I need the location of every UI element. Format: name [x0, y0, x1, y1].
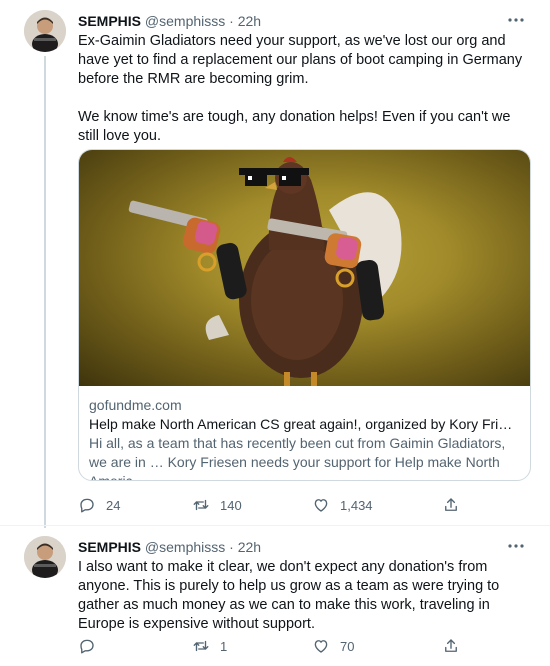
retweet-icon: [193, 499, 209, 511]
share-button[interactable]: [442, 495, 460, 515]
tweet-header: SEMPHIS @semphisss · 22h: [78, 538, 526, 556]
more-dots-icon[interactable]: [506, 10, 526, 30]
heart-icon: [314, 640, 328, 653]
more-dots-icon[interactable]: [506, 536, 526, 556]
retweet-icon: [193, 640, 209, 652]
avatar[interactable]: [24, 536, 66, 578]
like-count: 70: [340, 638, 355, 654]
card-info: gofundme.com Help make North American CS…: [89, 396, 520, 481]
like-button[interactable]: 70: [312, 636, 354, 656]
author-handle[interactable]: @semphisss: [145, 13, 225, 29]
card-title: Help make North American CS great again!…: [89, 416, 520, 432]
timestamp[interactable]: 22h: [238, 539, 261, 555]
card-description: Hi all, as a team that has recently been…: [89, 435, 506, 481]
link-card[interactable]: gofundme.com Help make North American CS…: [78, 149, 531, 481]
avatar[interactable]: [24, 10, 66, 52]
retweet-button[interactable]: 1: [192, 636, 227, 656]
separator: ·: [229, 13, 234, 29]
tweet-text: I also want to make it clear, we don't e…: [78, 559, 504, 632]
like-count: 1,434: [340, 497, 373, 513]
share-button[interactable]: [442, 636, 460, 656]
tweet[interactable]: SEMPHIS @semphisss · 22h I also want to …: [0, 526, 550, 666]
reply-count: 24: [106, 497, 121, 513]
card-domain: gofundme.com: [89, 397, 182, 413]
tweet-actions: 1 70: [78, 636, 526, 656]
reply-button[interactable]: [78, 636, 106, 656]
retweet-button[interactable]: 140: [192, 495, 242, 515]
tweet-text: Ex-Gaimin Gladiators need your support, …: [78, 33, 523, 144]
chicken-with-revolvers-image: [79, 150, 530, 386]
reply-icon: [80, 498, 94, 513]
like-button[interactable]: 1,434: [312, 495, 373, 515]
retweet-count: 1: [220, 638, 228, 654]
timestamp[interactable]: 22h: [238, 13, 261, 29]
separator: ·: [229, 539, 234, 555]
author-name[interactable]: SEMPHIS: [78, 13, 141, 29]
author-handle[interactable]: @semphisss: [145, 539, 225, 555]
share-icon: [445, 498, 457, 511]
author-name[interactable]: SEMPHIS: [78, 539, 141, 555]
reply-icon: [80, 639, 94, 654]
share-icon: [445, 639, 457, 652]
tweet-actions: 24 140 1,434: [78, 495, 526, 515]
heart-icon: [314, 499, 328, 512]
tweet[interactable]: SEMPHIS @semphisss · 22h Ex-Gaimin Gladi…: [0, 0, 550, 528]
reply-button[interactable]: 24: [78, 495, 120, 515]
retweet-count: 140: [220, 497, 242, 513]
thread-line: [44, 56, 46, 528]
tweet-header: SEMPHIS @semphisss · 22h: [78, 12, 526, 30]
